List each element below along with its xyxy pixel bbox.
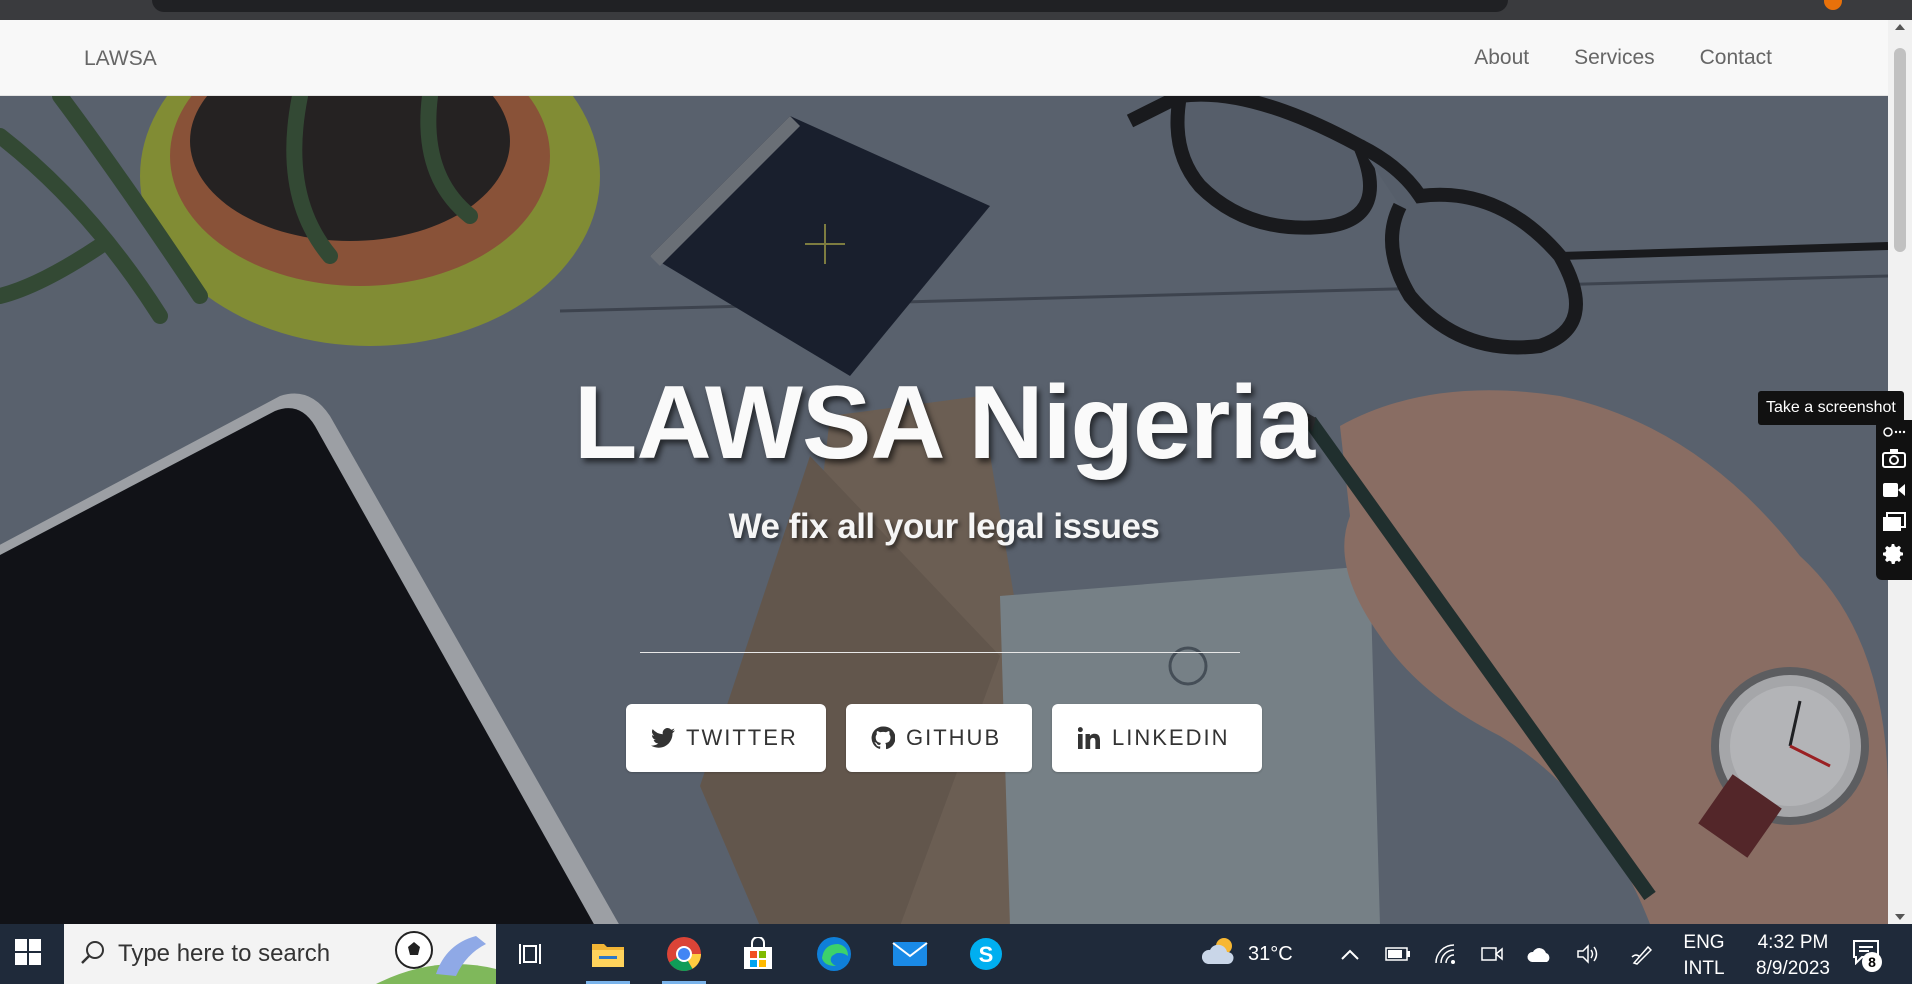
nav-link-services[interactable]: Services — [1574, 46, 1655, 70]
linkedin-button[interactable]: LINKEDIN — [1052, 704, 1262, 772]
hero-title: LAWSA Nigeria — [573, 365, 1315, 481]
taskbar-clock[interactable]: 4:32 PM 8/9/2023 — [1738, 930, 1848, 982]
video-icon[interactable] — [1879, 474, 1909, 506]
social-buttons: TWITTER GITHUB LINKEDIN — [0, 704, 1888, 772]
notification-count-badge: 8 — [1862, 952, 1882, 972]
github-button[interactable]: GITHUB — [846, 704, 1032, 772]
hero-subtitle: We fix all your legal issues — [728, 507, 1160, 546]
scroll-down-arrow[interactable] — [1895, 914, 1905, 920]
input-language-indicator[interactable]: ENG INTL — [1680, 930, 1728, 982]
navbar: LAWSA About Services Contact — [0, 20, 1888, 96]
settings-icon[interactable] — [1879, 538, 1909, 570]
linkedin-button-label: LINKEDIN — [1112, 725, 1230, 750]
svg-text:S: S — [979, 942, 994, 967]
search-highlight-soccer-icon — [376, 931, 496, 984]
start-button[interactable] — [0, 924, 56, 984]
browser-top-strip — [0, 0, 1912, 20]
keyboard-layout: INTL — [1683, 958, 1725, 979]
mail-icon[interactable] — [880, 930, 940, 978]
search-placeholder: Type here to search — [118, 940, 331, 967]
nav-link-contact[interactable]: Contact — [1700, 46, 1772, 70]
browser-address-area[interactable] — [152, 0, 1508, 12]
github-icon — [870, 725, 896, 751]
twitter-button[interactable]: TWITTER — [626, 704, 826, 772]
microsoft-store-icon[interactable] — [728, 930, 788, 978]
scrollbar-thumb[interactable] — [1894, 48, 1906, 252]
chrome-icon[interactable] — [654, 930, 714, 984]
camera-icon[interactable] — [1879, 442, 1909, 474]
weather-icon — [1201, 936, 1238, 972]
search-icon — [80, 939, 106, 970]
camera-status-icon[interactable] — [1478, 942, 1506, 966]
task-view-icon[interactable] — [502, 930, 562, 978]
wifi-icon[interactable] — [1432, 942, 1460, 966]
twitter-icon — [650, 725, 676, 751]
scroll-up-arrow[interactable] — [1895, 24, 1905, 30]
clock-time: 4:32 PM — [1757, 932, 1829, 953]
taskbar-search-box[interactable]: Type here to search — [64, 924, 496, 984]
battery-icon[interactable] — [1384, 942, 1412, 966]
file-explorer-icon[interactable] — [578, 930, 638, 984]
linkedin-icon — [1076, 725, 1102, 751]
github-button-label: GITHUB — [906, 725, 1002, 750]
edge-icon[interactable] — [804, 930, 864, 978]
hero-section: LAWSA Nigeria We fix all your legal issu… — [0, 96, 1888, 924]
browser-profile-icon[interactable] — [1824, 0, 1842, 10]
skype-icon[interactable]: S — [956, 930, 1016, 978]
navbar-brand[interactable]: LAWSA — [84, 47, 157, 71]
page-viewport: LAWSA About Services Contact LAWSA Niger… — [0, 20, 1888, 924]
hero-divider — [640, 652, 1240, 653]
windows-taskbar: Type here to search S 31°C ENG INTL 4:32… — [0, 924, 1912, 984]
windows-logo-icon — [15, 938, 41, 970]
chevron-up-icon[interactable] — [1336, 942, 1364, 966]
nav-link-about[interactable]: About — [1474, 46, 1529, 70]
twitter-button-label: TWITTER — [686, 725, 798, 750]
notification-center-button[interactable]: 8 — [1844, 932, 1888, 976]
language-code: ENG — [1683, 932, 1725, 953]
nav-links: About Services Contact — [1474, 46, 1772, 70]
more-icon[interactable] — [1879, 422, 1909, 442]
window-icon[interactable] — [1879, 506, 1909, 538]
pen-icon[interactable] — [1628, 942, 1656, 966]
onedrive-icon[interactable] — [1526, 942, 1554, 966]
clock-date: 8/9/2023 — [1756, 958, 1830, 979]
volume-icon[interactable] — [1574, 942, 1602, 966]
weather-temperature: 31°C — [1248, 942, 1293, 965]
weather-widget[interactable]: 31°C — [1201, 924, 1293, 984]
screenshot-toolbar — [1876, 420, 1912, 580]
